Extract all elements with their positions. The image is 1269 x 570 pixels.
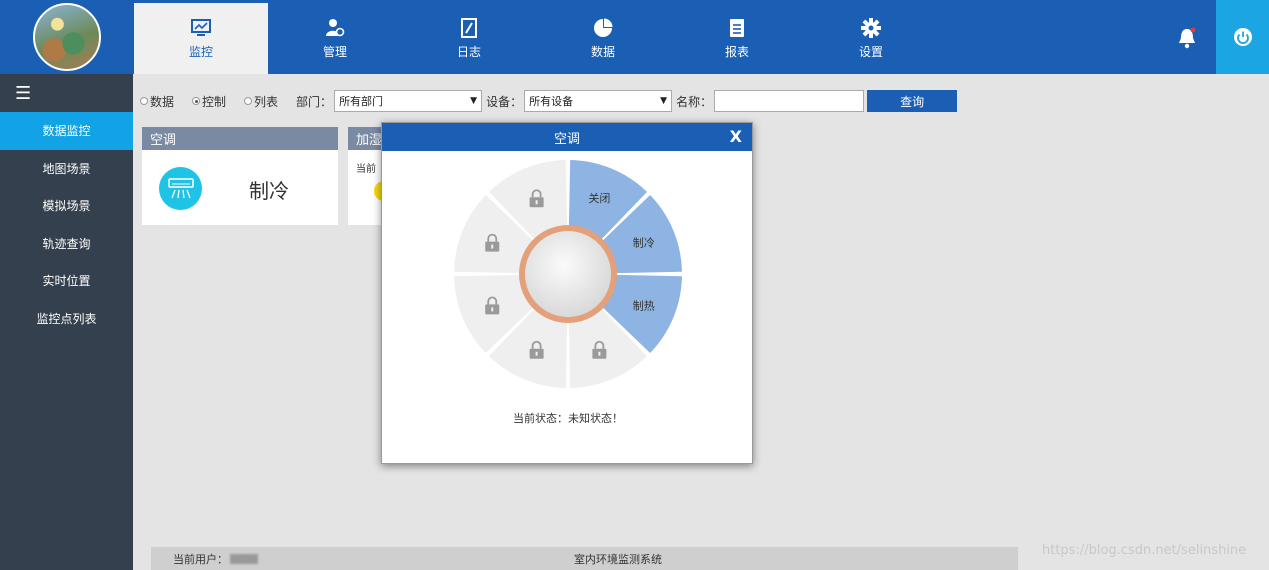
dept-select-value: 所有部门 [339,95,384,108]
mode-segment-label: 关闭 [588,191,610,205]
nav-item-report[interactable]: 报表 [670,3,804,74]
dept-select[interactable]: 所有部门 ▼ [334,90,483,112]
mode-wheel: 关闭制冷制热 [454,160,682,388]
ac-control-dialog: 空调 X 关闭制冷制热 当前状态：未知状态！ [381,122,753,464]
device-label: 设备： [486,94,523,109]
main-nav: 监控 管理 日志 数据 报表 设置 [134,3,938,74]
pie-chart-icon [593,18,613,38]
radio-dot[interactable] [192,97,201,105]
mode-segment-label: 制冷 [633,237,655,250]
radio-label: 数据 [150,94,175,109]
sidebar-item-map-scene[interactable]: 地图场景 [0,150,133,188]
nav-label: 设置 [858,44,883,59]
nav-label: 管理 [322,44,347,59]
sidebar-item-label: 实时位置 [42,274,91,289]
menu-toggle-icon[interactable]: ☰ [0,74,133,112]
device-select[interactable]: 所有设备 ▼ [524,90,673,112]
dialog-status-text: 当前状态：未知状态！ [513,412,623,425]
dept-label: 部门： [296,94,333,109]
radio-label: 列表 [254,94,279,109]
avatar[interactable] [32,3,101,71]
document-list-icon [727,18,747,38]
system-name: 室内环境监测系统 [574,552,662,566]
status-footer: 当前用户： 室内环境监测系统 [151,547,1018,570]
name-input[interactable] [714,90,865,112]
gear-icon [861,17,881,38]
radio-list[interactable]: 列表 [244,93,278,110]
sidebar-item-track-query[interactable]: 轨迹查询 [0,225,133,263]
user-gear-icon [325,18,345,38]
sidebar-item-sim-scene[interactable]: 模拟场景 [0,187,133,225]
nav-item-log[interactable]: 日志 [402,3,536,74]
nav-label: 数据 [590,44,615,59]
sidebar-item-label: 地图场景 [42,161,91,176]
radio-label: 控制 [202,94,227,109]
card-partial-text: 当前 [356,164,376,175]
top-bar: 监控 管理 日志 数据 报表 设置 [0,0,1269,74]
name-label: 名称： [676,94,713,109]
query-button[interactable]: 查询 [867,90,958,112]
radio-dot[interactable] [140,97,148,105]
nav-label: 报表 [724,44,749,59]
sidebar-item-label: 轨迹查询 [42,236,91,251]
logo-area [0,0,133,74]
nav-item-data[interactable]: 数据 [536,3,670,74]
notebook-icon [459,17,479,38]
nav-item-settings[interactable]: 设置 [804,3,938,74]
sidebar-item-label: 数据监控 [42,124,91,139]
device-status: 制冷 [249,179,289,203]
power-icon [1233,28,1252,46]
dropdown-arrow-icon: ▼ [660,96,668,106]
nav-item-monitor[interactable]: 监控 [134,3,268,74]
radio-dot[interactable] [244,97,253,105]
radio-control[interactable]: 控制 [192,93,226,110]
user-name-blurred [230,553,258,564]
card-title: 空调 [142,127,338,150]
sidebar-item-realtime-location[interactable]: 实时位置 [0,262,133,300]
dropdown-arrow-icon: ▼ [470,96,478,106]
dialog-title: 空调 [553,131,580,147]
center-knob[interactable] [525,231,611,317]
nav-label: 监控 [188,44,213,59]
sidebar-item-label: 模拟场景 [42,199,91,214]
filter-bar: 数据 控制 列表 部门： 所有部门 ▼ 设备： 所有设备 ▼ 名称： 查询 [140,90,958,112]
sidebar-item-monitor-point-list[interactable]: 监控点列表 [0,300,133,338]
dialog-header: 空调 X [382,123,752,151]
current-user-label: 当前用户： [173,552,228,566]
bell-icon[interactable] [1176,26,1198,50]
close-button[interactable]: X [730,127,742,146]
mode-segment-label: 制热 [633,299,655,312]
current-user: 当前用户： [173,551,258,567]
radio-data[interactable]: 数据 [140,93,174,110]
device-select-value: 所有设备 [529,95,574,108]
monitor-chart-icon [191,18,211,38]
power-button[interactable] [1216,0,1269,74]
nav-label: 日志 [456,44,481,59]
air-conditioner-icon [159,167,202,210]
watermark: https://blog.csdn.net/selinshine [1042,543,1247,558]
sidebar-item-label: 监控点列表 [36,311,97,326]
sidebar: ☰ 数据监控 地图场景 模拟场景 轨迹查询 实时位置 监控点列表 [0,74,133,570]
nav-item-manage[interactable]: 管理 [268,3,402,74]
sidebar-item-data-monitor[interactable]: 数据监控 [0,112,133,150]
device-card-ac[interactable]: 空调 制冷 [142,127,338,225]
